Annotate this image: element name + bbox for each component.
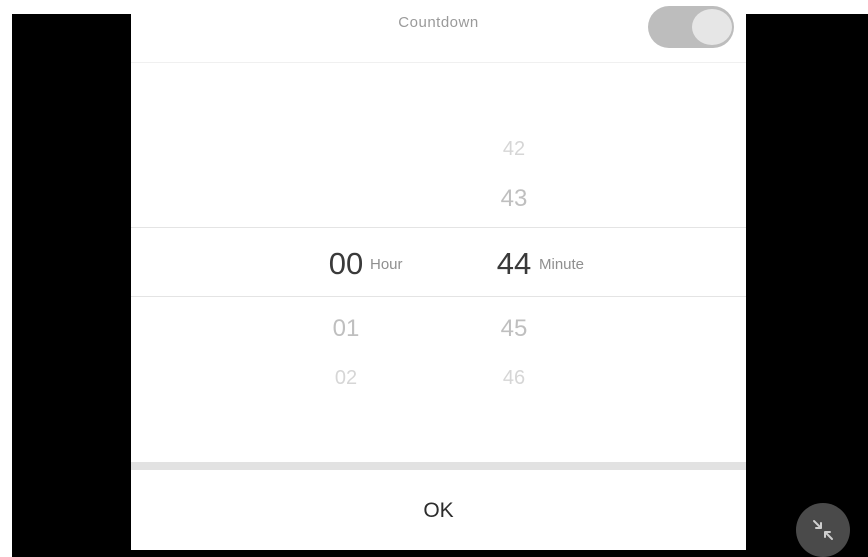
hour-unit-label: Hour [370, 256, 403, 273]
toggle-knob [692, 9, 732, 45]
time-picker: 00 Hour 01 02 42 43 44 Minute 45 46 [131, 62, 746, 462]
left-edge [0, 0, 12, 557]
screen: Countdown 00 Hour 01 02 42 43 44 Minute … [0, 0, 868, 557]
countdown-dialog: Countdown 00 Hour 01 02 42 43 44 Minute … [131, 0, 746, 550]
countdown-toggle[interactable] [648, 6, 734, 48]
hour-option[interactable]: 01 [311, 315, 381, 343]
minute-unit-label: Minute [539, 256, 585, 273]
minute-option[interactable]: 45 [479, 315, 549, 343]
minute-option[interactable]: 42 [479, 138, 549, 161]
minute-option[interactable]: 46 [479, 367, 549, 390]
button-divider [131, 462, 746, 470]
minute-option[interactable]: 43 [479, 185, 549, 213]
ok-button[interactable]: OK [131, 470, 746, 550]
dialog-header: Countdown [131, 0, 746, 63]
hour-option[interactable]: 02 [311, 367, 381, 390]
collapse-arrows-icon [813, 520, 833, 540]
selection-band [131, 227, 746, 297]
minimize-button[interactable] [796, 503, 850, 557]
